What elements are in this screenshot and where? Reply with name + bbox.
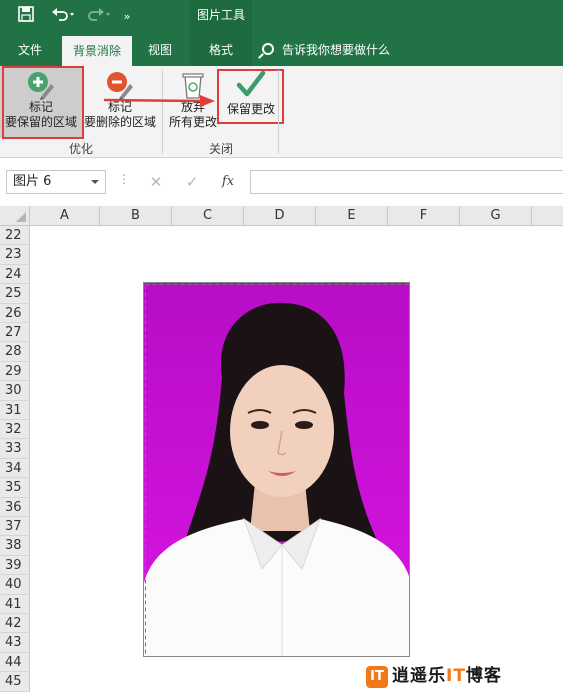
red-arrow-annotation <box>104 95 215 107</box>
mark-remove-line2: 要删除的区域 <box>83 115 156 129</box>
row-header[interactable]: 42 <box>0 614 30 634</box>
portrait-photo[interactable] <box>143 282 410 657</box>
column-header-partial[interactable] <box>532 206 563 226</box>
tab-format[interactable]: 格式 <box>190 34 252 66</box>
row-header[interactable]: 41 <box>0 594 30 614</box>
row-header[interactable]: 35 <box>0 478 30 498</box>
formula-bar: 图片 6 ⋮ ✕ ✓ fx <box>0 158 563 206</box>
highlight-mark-keep <box>2 66 84 139</box>
redo-icon[interactable] <box>84 6 114 28</box>
row-header[interactable]: 38 <box>0 536 30 556</box>
group-label-close: 关闭 <box>208 142 233 156</box>
row-header[interactable]: 44 <box>0 652 30 673</box>
row-header[interactable]: 24 <box>0 264 30 285</box>
group-separator <box>278 70 279 154</box>
column-header[interactable]: G <box>460 206 532 226</box>
drag-handle-icon[interactable]: ⋮ <box>118 172 130 186</box>
column-header[interactable]: D <box>244 206 316 226</box>
row-header[interactable]: 25 <box>0 284 30 304</box>
row-header[interactable]: 40 <box>0 575 30 595</box>
group-label-refine: 优化 <box>68 142 93 156</box>
highlight-keep-changes <box>217 69 284 124</box>
column-header[interactable]: F <box>388 206 460 226</box>
tell-me-text: 告诉我你想要做什么 <box>282 43 391 57</box>
row-header[interactable]: 37 <box>0 517 30 537</box>
watermark-text-b: IT <box>446 666 466 686</box>
select-all-corner[interactable] <box>0 206 30 226</box>
column-header[interactable]: A <box>30 206 100 226</box>
ribbon: 标记 要保留的区域 标记 要删除的区域 放弃 所有更改 保留更改 优化 关闭 <box>0 66 563 158</box>
ribbon-tab-bar: 文件 背景消除 视图 格式 告诉我你想要做什么 <box>0 34 563 66</box>
row-header[interactable]: 39 <box>0 555 30 576</box>
save-icon[interactable] <box>14 6 38 28</box>
row-header[interactable]: 36 <box>0 497 30 517</box>
row-header[interactable]: 30 <box>0 381 30 401</box>
watermark-text-a: 逍遥乐 <box>392 666 446 686</box>
more-icon[interactable]: » <box>118 6 136 28</box>
insert-function-icon[interactable]: fx <box>214 170 242 194</box>
row-header[interactable]: 32 <box>0 420 30 440</box>
enter-icon[interactable]: ✓ <box>178 170 206 194</box>
watermark-logo: IT 逍遥乐IT博客 <box>366 662 502 690</box>
row-header[interactable]: 45 <box>0 672 30 692</box>
column-header[interactable]: C <box>172 206 244 226</box>
tab-view[interactable]: 视图 <box>138 34 182 66</box>
row-header[interactable]: 27 <box>0 323 30 343</box>
watermark-text-c: 博客 <box>465 666 502 686</box>
tell-me-search[interactable]: 告诉我你想要做什么 <box>262 34 390 66</box>
column-header[interactable]: E <box>316 206 388 226</box>
formula-input[interactable] <box>250 170 563 194</box>
group-separator <box>162 70 163 154</box>
title-bar: » <box>0 0 563 34</box>
row-header[interactable]: 34 <box>0 458 30 479</box>
chevron-down-icon <box>91 180 99 184</box>
discard-line2: 所有更改 <box>168 115 217 129</box>
row-header[interactable]: 26 <box>0 303 30 323</box>
undo-icon[interactable] <box>48 6 78 28</box>
row-header[interactable]: 28 <box>0 342 30 362</box>
name-box[interactable]: 图片 6 <box>6 170 106 194</box>
row-header[interactable]: 43 <box>0 633 30 653</box>
tab-file[interactable]: 文件 <box>8 34 52 66</box>
name-box-value: 图片 6 <box>13 174 52 189</box>
logo-badge: IT <box>366 666 388 688</box>
column-header[interactable]: B <box>100 206 172 226</box>
row-header[interactable]: 29 <box>0 361 30 382</box>
row-header[interactable]: 33 <box>0 439 30 459</box>
tab-background-removal[interactable]: 背景消除 <box>62 36 132 66</box>
search-icon <box>262 43 274 55</box>
row-header[interactable]: 31 <box>0 400 30 420</box>
cancel-icon[interactable]: ✕ <box>142 170 170 194</box>
context-tab-group-title: 图片工具 <box>196 8 245 22</box>
row-header[interactable]: 22 <box>0 226 30 246</box>
row-header[interactable]: 23 <box>0 245 30 265</box>
